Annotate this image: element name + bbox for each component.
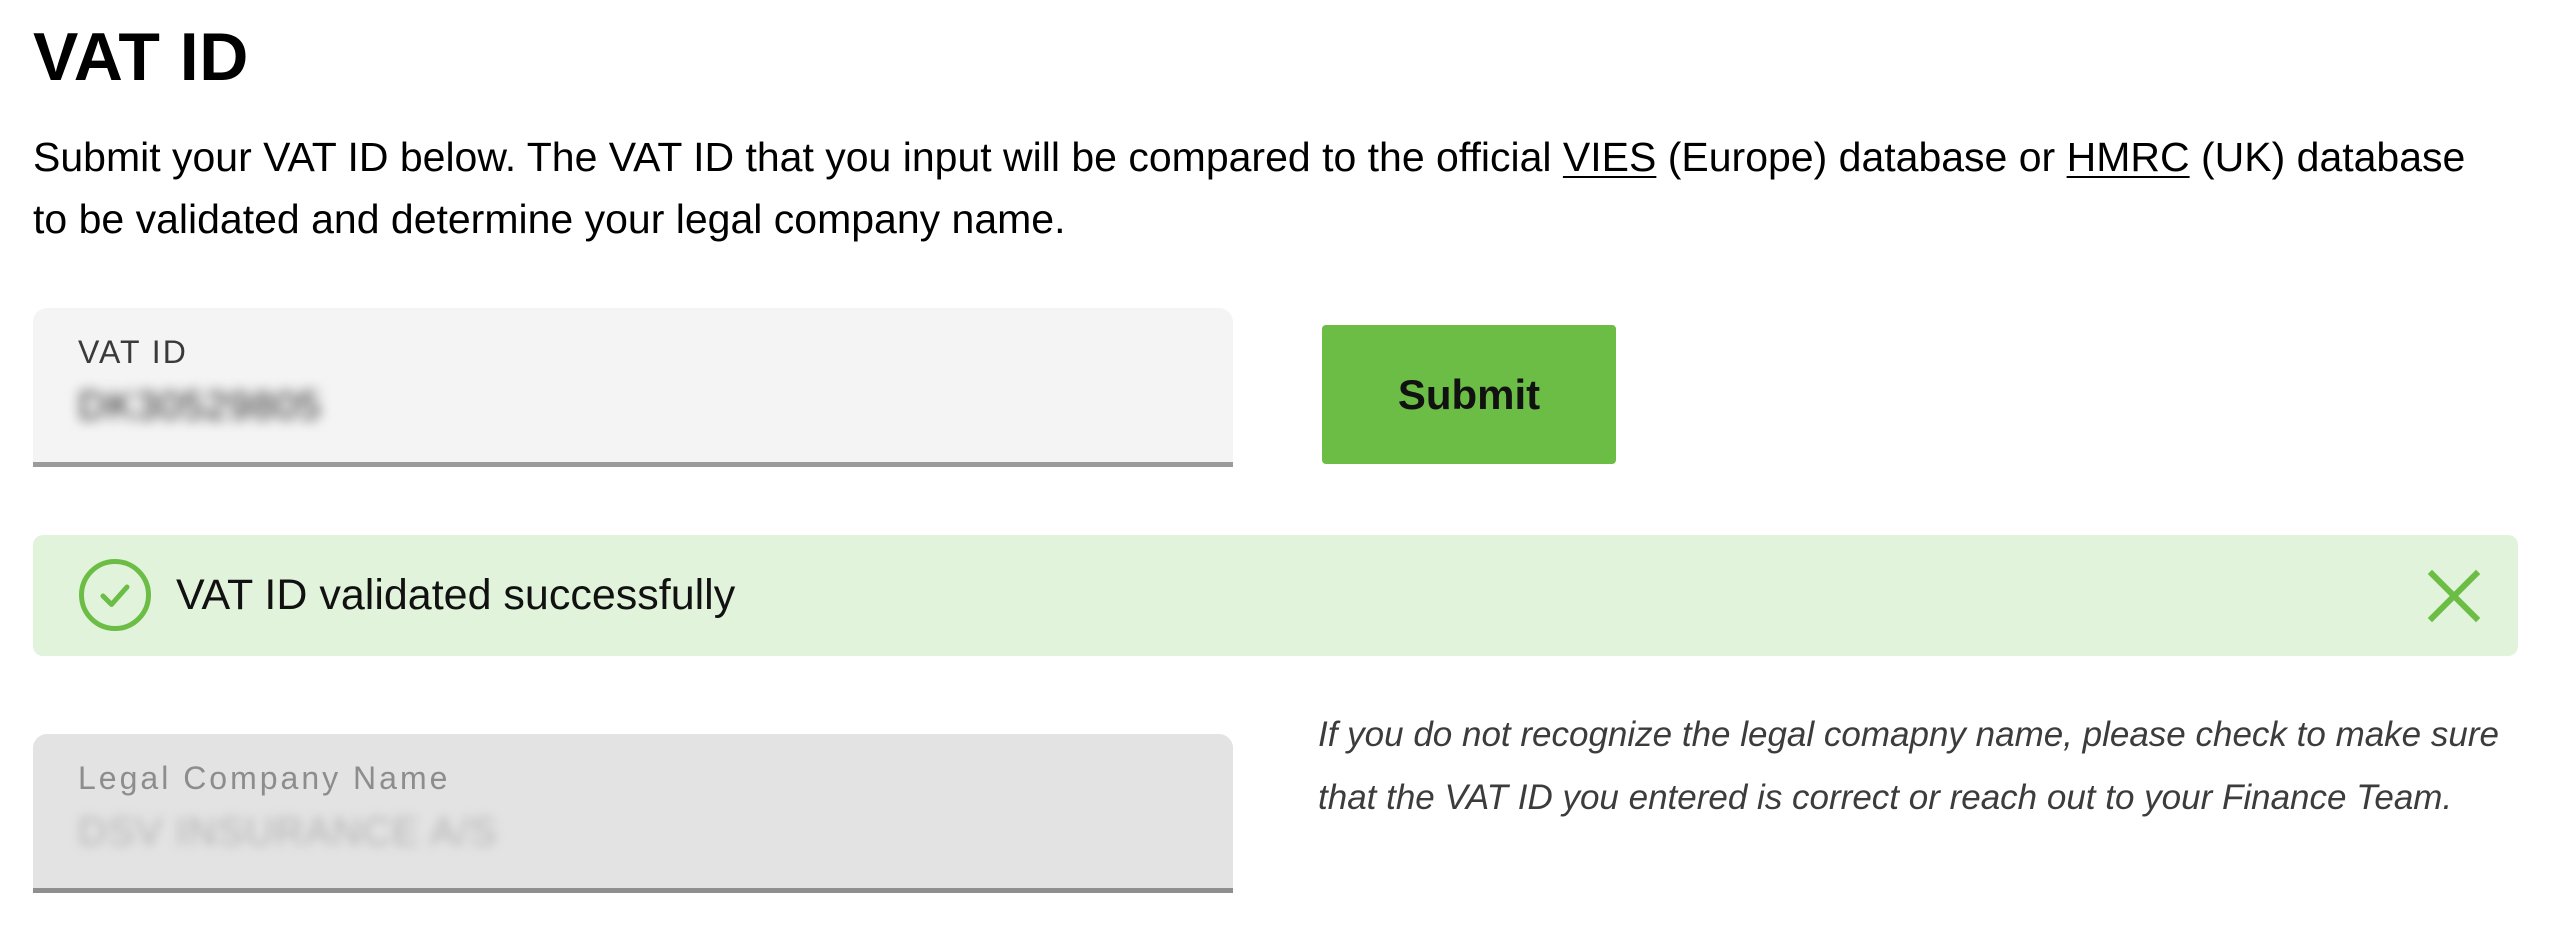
intro-text-start: Submit your VAT ID below. The VAT ID tha… [33,134,1563,180]
vies-link[interactable]: VIES [1563,134,1656,180]
alert-message: VAT ID validated successfully [176,571,736,619]
submit-button[interactable]: Submit [1322,325,1616,464]
page-title: VAT ID [33,19,249,95]
alert-close-button[interactable] [2419,561,2489,631]
company-name-hint: If you do not recognize the legal comapn… [1318,715,2499,817]
legal-company-name-field: Legal Company Name [33,734,1233,893]
close-icon [2427,569,2481,623]
legal-company-name-label: Legal Company Name [78,760,451,796]
success-alert: VAT ID validated successfully [33,535,2518,656]
intro-text: Submit your VAT ID below. The VAT ID tha… [33,126,2493,250]
legal-company-name-input [78,802,778,862]
intro-text-middle: (Europe) database or [1656,134,2067,180]
vat-id-field[interactable]: VAT ID [33,308,1233,467]
vat-id-label: VAT ID [78,334,188,370]
vat-id-input[interactable] [78,376,778,436]
check-circle-icon [78,558,152,632]
hmrc-link[interactable]: HMRC [2067,134,2190,180]
